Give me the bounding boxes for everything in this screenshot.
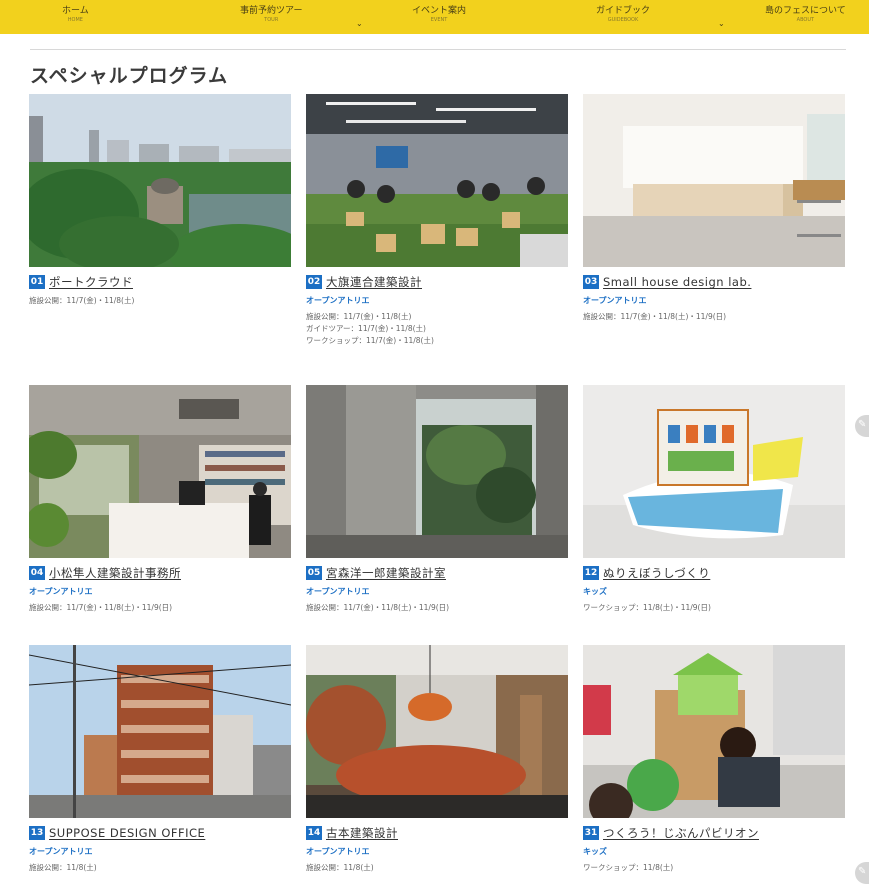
program-title-link[interactable]: つくろう！じぶんパビリオン xyxy=(603,825,759,841)
nav-item-event[interactable]: イベント案内 EVENT xyxy=(412,6,466,24)
program-title-row: 05 宮森洋一郎建築設計室 xyxy=(306,565,568,581)
program-number-badge: 13 xyxy=(29,826,45,840)
schedule-line: 施設公開：11/7(金)・11/8(土) xyxy=(29,296,135,305)
program-title-link[interactable]: 古本建築設計 xyxy=(326,825,398,841)
program-category: オープンアトリエ xyxy=(306,847,370,856)
top-navigation: ホーム HOME 事前予約ツアー TOUR ⌄ イベント案内 EVENT ガイド… xyxy=(0,0,869,34)
program-title-link[interactable]: 小松隼人建築設計事務所 xyxy=(49,565,181,581)
chevron-down-icon[interactable]: ⌄ xyxy=(718,19,725,28)
program-schedule: 施設公開：11/7(金)・11/8(土)・11/9(日) xyxy=(583,311,845,323)
program-card[interactable]: 01 ポートクラウド 施設公開：11/7(金)・11/8(土) xyxy=(29,94,291,307)
program-category: オープンアトリエ xyxy=(583,296,647,305)
side-floating-button[interactable]: ✎ xyxy=(855,862,869,884)
schedule-line: 施設公開：11/7(金)・11/8(土)・11/9(日) xyxy=(306,603,450,612)
pencil-icon: ✎ xyxy=(858,419,867,430)
program-schedule: 施設公開：11/7(金)・11/8(土) xyxy=(29,295,291,307)
nav-label: ホーム xyxy=(62,6,89,16)
nav-sublabel: TOUR xyxy=(264,17,279,23)
program-title-link[interactable]: 宮森洋一郎建築設計室 xyxy=(326,565,446,581)
schedule-line: 施設公開：11/8(土) xyxy=(306,863,374,872)
side-floating-button[interactable]: ✎ xyxy=(855,415,869,437)
nav-sublabel: EVENT xyxy=(430,17,448,23)
program-card[interactable]: 04 小松隼人建築設計事務所 オープンアトリエ 施設公開：11/7(金)・11/… xyxy=(29,385,291,614)
program-photo[interactable] xyxy=(306,94,568,267)
schedule-line: ワークショップ：11/7(金)・11/8(土) xyxy=(306,336,434,345)
program-schedule: 施設公開：11/7(金)・11/8(土) ガイドツアー：11/7(金)・11/8… xyxy=(306,311,568,347)
program-title-row: 02 大旗連合建築設計 xyxy=(306,274,568,290)
nav-sublabel: HOME xyxy=(67,17,83,23)
nav-label: 事前予約ツアー xyxy=(240,6,303,16)
program-category: キッズ xyxy=(583,587,607,596)
program-photo[interactable] xyxy=(306,385,568,558)
program-number-badge: 04 xyxy=(29,566,45,580)
nav-sublabel: GUIDEBOOK xyxy=(607,17,639,23)
program-title-row: 14 古本建築設計 xyxy=(306,825,568,841)
page-title: スペシャルプログラム xyxy=(30,65,229,87)
nav-item-guidebook[interactable]: ガイドブック GUIDEBOOK xyxy=(596,6,650,24)
divider xyxy=(30,49,846,50)
program-title-row: 31 つくろう！じぶんパビリオン xyxy=(583,825,845,841)
schedule-line: ワークショップ：11/8(土) xyxy=(583,863,674,872)
nav-item-about[interactable]: 島のフェスについて ABOUT xyxy=(765,6,846,24)
program-number-badge: 14 xyxy=(306,826,322,840)
nav-label: 島のフェスについて xyxy=(765,6,846,16)
schedule-line: ガイドツアー：11/7(金)・11/8(土) xyxy=(306,324,426,333)
program-title-link[interactable]: 大旗連合建築設計 xyxy=(326,274,422,290)
program-schedule: ワークショップ：11/8(土) xyxy=(583,862,845,874)
program-number-badge: 05 xyxy=(306,566,322,580)
program-card[interactable]: 03 Small house design lab. オープンアトリエ 施設公開… xyxy=(583,94,845,323)
schedule-line: 施設公開：11/7(金)・11/8(土) xyxy=(306,312,412,321)
program-title-row: 12 ぬりえぼうしづくり xyxy=(583,565,845,581)
program-title-row: 01 ポートクラウド xyxy=(29,274,291,290)
schedule-line: 施設公開：11/7(金)・11/8(土)・11/9(日) xyxy=(29,603,173,612)
program-card[interactable]: 14 古本建築設計 オープンアトリエ 施設公開：11/8(土) xyxy=(306,645,568,874)
program-photo[interactable] xyxy=(29,645,291,818)
program-card[interactable]: 13 SUPPOSE DESIGN OFFICE オープンアトリエ 施設公開：1… xyxy=(29,645,291,874)
pencil-icon: ✎ xyxy=(858,866,867,877)
program-schedule: ワークショップ：11/8(土)・11/9(日) xyxy=(583,602,845,614)
program-schedule: 施設公開：11/7(金)・11/8(土)・11/9(日) xyxy=(306,602,568,614)
nav-item-tour[interactable]: 事前予約ツアー TOUR xyxy=(240,6,302,24)
nav-label: イベント案内 xyxy=(412,6,467,16)
program-schedule: 施設公開：11/7(金)・11/8(土)・11/9(日) xyxy=(29,602,291,614)
schedule-line: 施設公開：11/7(金)・11/8(土)・11/9(日) xyxy=(583,312,727,321)
program-title-link[interactable]: ポートクラウド xyxy=(49,274,133,290)
program-schedule: 施設公開：11/8(土) xyxy=(29,862,291,874)
program-card[interactable]: 02 大旗連合建築設計 オープンアトリエ 施設公開：11/7(金)・11/8(土… xyxy=(306,94,568,347)
program-title-link[interactable]: ぬりえぼうしづくり xyxy=(603,565,710,581)
program-category: オープンアトリエ xyxy=(306,587,370,596)
nav-label: ガイドブック xyxy=(596,6,651,16)
program-category: オープンアトリエ xyxy=(29,847,93,856)
program-category: キッズ xyxy=(583,847,607,856)
program-number-badge: 02 xyxy=(306,275,322,289)
program-number-badge: 03 xyxy=(583,275,599,289)
program-title-row: 03 Small house design lab. xyxy=(583,274,845,290)
program-title-link[interactable]: SUPPOSE DESIGN OFFICE xyxy=(49,826,205,840)
nav-item-home[interactable]: ホーム HOME xyxy=(62,6,89,24)
program-category: オープンアトリエ xyxy=(306,296,370,305)
program-photo[interactable] xyxy=(583,645,845,818)
program-card[interactable]: 31 つくろう！じぶんパビリオン キッズ ワークショップ：11/8(土) xyxy=(583,645,845,874)
program-title-row: 04 小松隼人建築設計事務所 xyxy=(29,565,291,581)
program-photo[interactable] xyxy=(29,94,291,267)
program-card[interactable]: 05 宮森洋一郎建築設計室 オープンアトリエ 施設公開：11/7(金)・11/8… xyxy=(306,385,568,614)
program-category: オープンアトリエ xyxy=(29,587,93,596)
program-title-row: 13 SUPPOSE DESIGN OFFICE xyxy=(29,825,291,841)
program-photo[interactable] xyxy=(29,385,291,558)
program-photo[interactable] xyxy=(583,385,845,558)
program-card[interactable]: 12 ぬりえぼうしづくり キッズ ワークショップ：11/8(土)・11/9(日) xyxy=(583,385,845,614)
program-photo[interactable] xyxy=(306,645,568,818)
chevron-down-icon[interactable]: ⌄ xyxy=(356,19,363,28)
program-schedule: 施設公開：11/8(土) xyxy=(306,862,568,874)
program-title-link[interactable]: Small house design lab. xyxy=(603,275,751,289)
schedule-line: ワークショップ：11/8(土)・11/9(日) xyxy=(583,603,711,612)
nav-sublabel: ABOUT xyxy=(796,17,815,23)
program-number-badge: 31 xyxy=(583,826,599,840)
program-number-badge: 12 xyxy=(583,566,599,580)
program-photo[interactable] xyxy=(583,94,845,267)
program-number-badge: 01 xyxy=(29,275,45,289)
schedule-line: 施設公開：11/8(土) xyxy=(29,863,97,872)
